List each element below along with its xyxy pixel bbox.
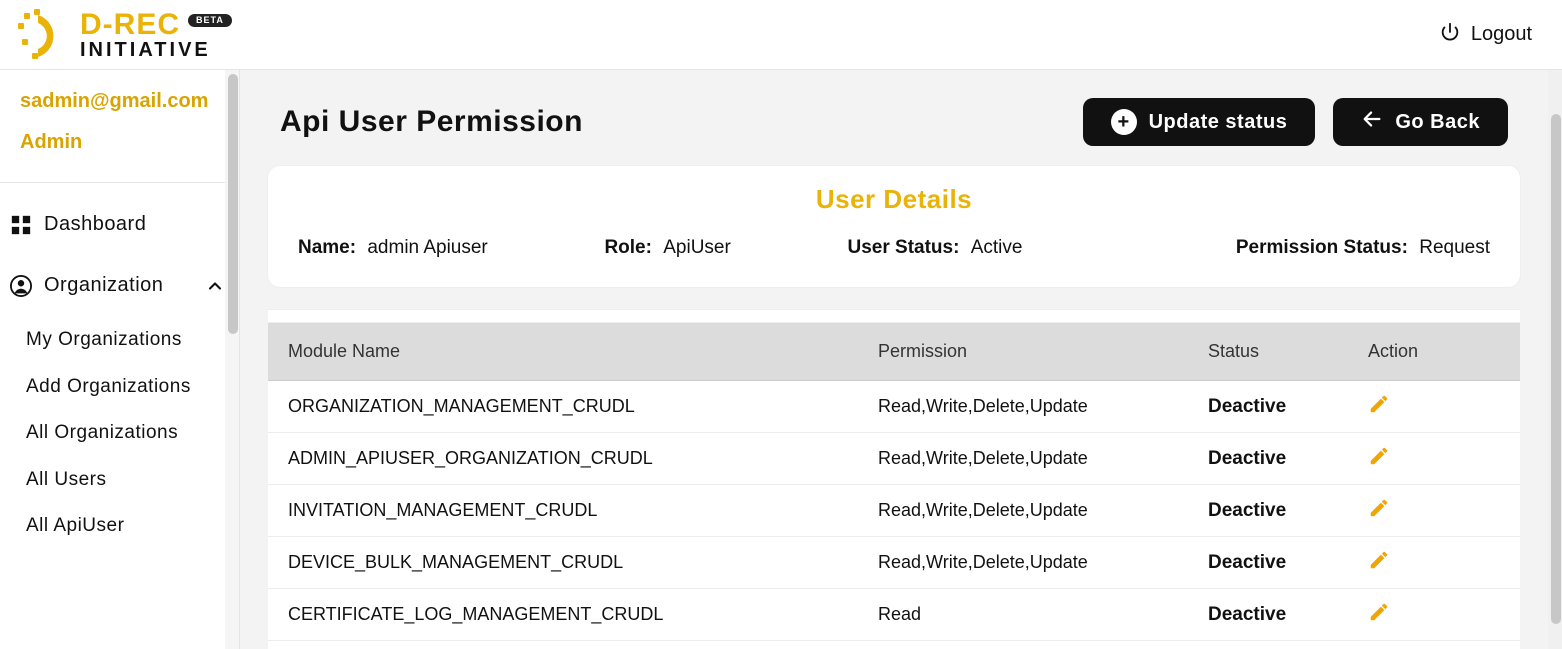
permission-status-label: Permission Status: (1236, 237, 1408, 258)
permissions-table: Module Name Permission Status Action ORG… (268, 323, 1520, 649)
th-module-name[interactable]: Module Name (268, 323, 858, 381)
cell-permission: Read,Write,Delete,Update (858, 381, 1188, 433)
sidebar-item-all-users[interactable]: All Users (0, 457, 239, 504)
edit-icon[interactable] (1368, 555, 1390, 575)
sidebar-scrollbar-thumb[interactable] (228, 74, 238, 334)
cell-status: Deactive (1188, 589, 1348, 641)
sidebar-scrollbar[interactable] (225, 70, 239, 649)
th-status[interactable]: Status (1188, 323, 1348, 381)
divider (0, 182, 239, 183)
sidebar-user-role: Admin (20, 131, 219, 154)
permissions-table-wrap: Module Name Permission Status Action ORG… (268, 309, 1520, 649)
update-status-button[interactable]: + Update status (1083, 98, 1316, 146)
edit-icon[interactable] (1368, 503, 1390, 523)
role-label: Role: (604, 237, 652, 258)
power-icon (1439, 21, 1461, 49)
cell-permission: Read,Write,Delete,Update (858, 537, 1188, 589)
edit-icon[interactable] (1368, 399, 1390, 419)
table-row: CERTIFICATE_LOG_MANAGEMENT_CRUDLReadDeac… (268, 589, 1520, 641)
edit-icon[interactable] (1368, 451, 1390, 471)
page-title: Api User Permission (280, 105, 583, 139)
brand-bottom: INITIATIVE (80, 40, 232, 60)
user-details-card: User Details Name: admin Apiuser Role: A… (268, 166, 1520, 287)
go-back-button[interactable]: Go Back (1333, 98, 1508, 146)
sidebar-item-dashboard[interactable]: Dashboard (0, 203, 239, 246)
main-scrollbar[interactable] (1548, 70, 1562, 649)
role-value: ApiUser (663, 237, 731, 258)
cell-module: INVITATION_MANAGEMENT_CRUDL (268, 485, 858, 537)
sidebar: sadmin@gmail.com Admin Dashboard Organiz… (0, 70, 240, 649)
th-action[interactable]: Action (1348, 323, 1520, 381)
table-row: ADMIN_APIUSER_ORGANIZATION_CRUDLRead,Wri… (268, 433, 1520, 485)
th-permission[interactable]: Permission (858, 323, 1188, 381)
sidebar-user-email: sadmin@gmail.com (20, 90, 219, 113)
cell-permission: Read,Write,Delete,Update (858, 485, 1188, 537)
topbar: D-REC BETA INITIATIVE Logout (0, 0, 1562, 70)
sidebar-item-all-organizations[interactable]: All Organizations (0, 410, 239, 457)
sidebar-item-add-organizations[interactable]: Add Organizations (0, 364, 239, 411)
user-details-title: User Details (268, 184, 1520, 215)
user-circle-icon (10, 275, 32, 297)
sidebar-item-all-apiuser[interactable]: All ApiUser (0, 503, 239, 550)
cell-module: DEVICE_BULK_MANAGEMENT_CRUDL (268, 537, 858, 589)
cell-status: Deactive (1188, 485, 1348, 537)
cell-module: BUYER_RESERVATION_MANAGEMENT_CRUDL (268, 641, 858, 649)
user-status-value: Active (971, 237, 1023, 258)
main-content: Api User Permission + Update status Go B… (240, 70, 1548, 649)
logout-button[interactable]: Logout (1439, 21, 1532, 49)
sidebar-item-organization[interactable]: Organization (0, 264, 239, 307)
edit-icon[interactable] (1368, 607, 1390, 627)
cell-status: Deactive (1188, 381, 1348, 433)
cell-module: ADMIN_APIUSER_ORGANIZATION_CRUDL (268, 433, 858, 485)
chevron-up-icon (205, 276, 225, 296)
cell-status: Deactive (1188, 641, 1348, 649)
update-status-label: Update status (1149, 111, 1288, 134)
beta-badge: BETA (188, 14, 232, 27)
dashboard-label: Dashboard (44, 213, 146, 236)
table-row: INVITATION_MANAGEMENT_CRUDLRead,Write,De… (268, 485, 1520, 537)
cell-permission: Read (858, 589, 1188, 641)
cell-module: CERTIFICATE_LOG_MANAGEMENT_CRUDL (268, 589, 858, 641)
cell-permission: Read,Write,Delete,Update (858, 433, 1188, 485)
table-row: ORGANIZATION_MANAGEMENT_CRUDLRead,Write,… (268, 381, 1520, 433)
user-status-label: User Status: (848, 237, 960, 258)
arrow-left-icon (1361, 108, 1383, 136)
name-value: admin Apiuser (367, 237, 487, 258)
cell-permission: Read,Write,Delete,Update (858, 641, 1188, 649)
go-back-label: Go Back (1395, 111, 1480, 134)
cell-status: Deactive (1188, 433, 1348, 485)
logo-icon (18, 9, 70, 61)
organization-label: Organization (44, 274, 163, 297)
table-row: BUYER_RESERVATION_MANAGEMENT_CRUDLRead,W… (268, 641, 1520, 649)
permission-status-value: Request (1419, 237, 1490, 258)
main-scrollbar-thumb[interactable] (1551, 114, 1561, 624)
plus-circle-icon: + (1111, 109, 1137, 135)
table-row: DEVICE_BULK_MANAGEMENT_CRUDLRead,Write,D… (268, 537, 1520, 589)
cell-status: Deactive (1188, 537, 1348, 589)
brand-top: D-REC (80, 10, 180, 40)
name-label: Name: (298, 237, 356, 258)
dashboard-icon (10, 214, 32, 236)
sidebar-item-my-organizations[interactable]: My Organizations (0, 317, 239, 364)
logout-label: Logout (1471, 23, 1532, 46)
brand-logo[interactable]: D-REC BETA INITIATIVE (18, 9, 232, 61)
cell-module: ORGANIZATION_MANAGEMENT_CRUDL (268, 381, 858, 433)
